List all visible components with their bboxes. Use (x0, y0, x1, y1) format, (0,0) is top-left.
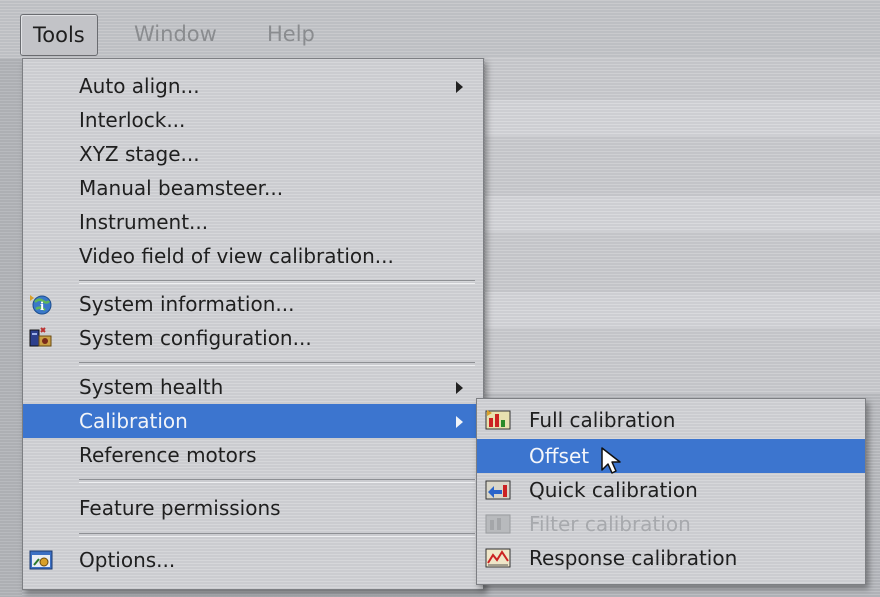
menu-item-manual-beamsteer[interactable]: Manual beamsteer... (23, 171, 483, 205)
filter-calibration-icon (485, 512, 511, 536)
menu-item-label: XYZ stage... (79, 142, 200, 166)
system-config-icon (29, 326, 53, 350)
background-left (0, 58, 22, 597)
submenu-arrow-icon (456, 416, 463, 428)
submenu-arrow-icon (456, 382, 463, 394)
menu-item-label: Reference motors (79, 443, 257, 467)
response-calibration-icon (485, 546, 511, 570)
menu-item-label: Calibration (79, 409, 188, 433)
menu-item-video-fov-calibration[interactable]: Video field of view calibration... (23, 239, 483, 273)
menu-item-label: Offset (529, 444, 590, 468)
menu-separator (79, 280, 475, 284)
menu-item-label: System configuration... (79, 326, 312, 350)
menu-item-label: Response calibration (529, 546, 738, 570)
svg-text:i: i (40, 300, 44, 313)
menu-item-system-configuration[interactable]: System configuration... (23, 321, 483, 355)
full-calibration-icon (485, 408, 511, 432)
menu-item-interlock[interactable]: Interlock... (23, 103, 483, 137)
menu-item-label: Feature permissions (79, 496, 281, 520)
menu-separator (79, 362, 475, 366)
menu-item-label: Manual beamsteer... (79, 176, 284, 200)
mouse-cursor-icon (600, 446, 628, 476)
menu-item-label: Instrument... (79, 210, 209, 234)
menu-item-system-health[interactable]: System health (23, 370, 483, 404)
menu-item-label: Full calibration (529, 408, 676, 432)
quick-calibration-icon (485, 478, 511, 502)
menu-item-label: Filter calibration (529, 512, 691, 536)
menu-window[interactable]: Window (122, 14, 229, 54)
menu-item-quick-calibration[interactable]: Quick calibration (477, 473, 865, 507)
menu-item-label: Video field of view calibration... (79, 244, 394, 268)
menu-item-filter-calibration[interactable]: Filter calibration (477, 507, 865, 541)
menu-item-label: System information... (79, 292, 295, 316)
menu-item-options[interactable]: Options... (23, 543, 483, 577)
menu-item-auto-align[interactable]: Auto align... (23, 69, 483, 103)
menu-item-full-calibration[interactable]: Full calibration (477, 403, 865, 437)
background-band (485, 100, 880, 136)
menu-separator (79, 533, 475, 537)
background-band (485, 196, 880, 232)
background-band (485, 292, 880, 328)
menu-item-label: Auto align... (79, 74, 200, 98)
options-icon (29, 548, 53, 572)
submenu-arrow-icon (456, 81, 463, 93)
menu-item-response-calibration[interactable]: Response calibration (477, 541, 865, 575)
menu-tools[interactable]: Tools (20, 14, 98, 56)
menu-bar: Tools Window Help (0, 0, 880, 58)
menu-item-feature-permissions[interactable]: Feature permissions (23, 491, 483, 525)
menu-item-label: Options... (79, 548, 176, 572)
menu-help[interactable]: Help (255, 14, 327, 54)
menu-item-calibration[interactable]: Calibration (23, 404, 483, 438)
menu-item-offset[interactable]: Offset (477, 439, 865, 473)
menu-item-xyz-stage[interactable]: XYZ stage... (23, 137, 483, 171)
calibration-submenu: Full calibration Offset Quick calibratio… (476, 398, 866, 585)
menu-item-instrument[interactable]: Instrument... (23, 205, 483, 239)
globe-info-icon: i (29, 292, 53, 316)
menu-item-label: Interlock... (79, 108, 186, 132)
menu-item-label: Quick calibration (529, 478, 698, 502)
menu-item-label: System health (79, 375, 224, 399)
tools-menu: Auto align... Interlock... XYZ stage... … (22, 58, 484, 590)
menu-separator (79, 479, 475, 483)
menu-item-system-information[interactable]: i System information... (23, 287, 483, 321)
menu-item-reference-motors[interactable]: Reference motors (23, 438, 483, 472)
